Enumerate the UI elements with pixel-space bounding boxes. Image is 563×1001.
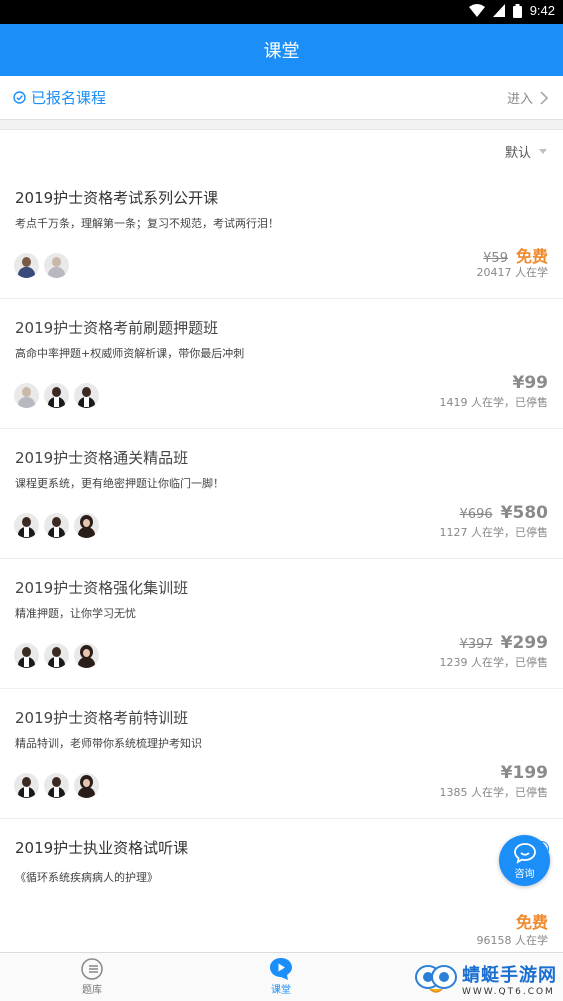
status-icons: 9:42 [468,3,555,18]
price-line: ¥696 ¥580 [460,503,548,523]
avatar [74,643,99,668]
watermark-main: 蜻蜓手游网 [462,965,557,986]
dragonfly-logo-icon [415,965,457,993]
original-price: ¥696 [459,507,493,522]
course-item[interactable]: 2019护士资格强化集训班 精准押题，让你学习无忧 ¥397 ¥299 1239… [0,559,563,689]
enrolled-courses-label: 已报名课程 [31,89,107,107]
course-description: 《循环系统疾病病人的护理》 [15,871,158,884]
avatar [14,773,39,798]
price: ¥580 [500,503,548,523]
enrolled-courses-label-group: 已报名课程 [13,87,106,108]
avatar [44,643,69,668]
price: 免费 [515,913,548,932]
course-description: 考点千万条，理解第一条；复习不规范，考试两行泪！ [15,217,279,230]
course-item[interactable]: 2019护士执业资格试听课 《循环系统疾病病人的护理》 免费 免费 96158 … [0,819,563,952]
course-item[interactable]: 2019护士资格考前刷题押题班 高命中率押题+权威师资解析课，带你最后冲刺 ¥9… [0,299,563,429]
avatar [44,773,69,798]
teacher-avatars [14,643,99,668]
course-description: 课程更系统，更有绝密押题让你临门一脚！ [15,477,224,490]
tab-question-bank[interactable]: 题库 [80,957,104,996]
avatar [74,383,99,408]
price-line: ¥99 [513,373,549,393]
price: ¥299 [500,633,548,653]
watermark-sub: WWW.QT6.COM [462,987,555,997]
chat-bubble-icon [513,842,536,864]
caret-down-icon [539,149,547,154]
sort-label: 默认 [504,146,531,161]
enrollment-status: 1239 人在学，已停售 [439,656,549,669]
watermark: 蜻蜓手游网 WWW.QT6.COM [414,961,557,997]
avatar [14,643,39,668]
course-description: 精品特训，老师带你系统梳理护考知识 [15,737,202,750]
avatar [44,513,69,538]
enrollment-status: 1419 人在学，已停售 [439,396,549,409]
page-title: 课堂 [263,41,300,62]
enter-label: 进入 [506,92,533,107]
avatar [74,513,99,538]
price-line: 免费 [516,909,548,933]
question-bank-icon [81,958,103,980]
enrollment-status: 1385 人在学，已停售 [439,786,549,799]
enrolled-courses-row[interactable]: 已报名课程 进入 [0,76,563,120]
original-price: ¥397 [459,637,493,652]
avatar [74,773,99,798]
course-title: 2019护士资格强化集训班 [15,579,189,597]
sort-dropdown[interactable]: 默认 [505,142,547,161]
consult-button[interactable]: 咨询 [499,835,550,886]
enrollment-status: 96158 人在学 [476,934,549,947]
enrollment-status: 1127 人在学，已停售 [439,526,549,539]
avatar [14,383,39,408]
watermark-text: 蜻蜓手游网 WWW.QT6.COM [462,961,557,997]
course-list: 2019护士资格考试系列公开课 考点千万条，理解第一条；复习不规范，考试两行泪！… [0,169,563,952]
course-title: 2019护士资格考前刷题押题班 [15,319,219,337]
avatar [14,253,39,278]
price: ¥199 [500,763,548,783]
battery-icon [512,3,522,18]
tab-classroom[interactable]: 课堂 [268,957,294,996]
sort-bar: 默认 [0,129,563,170]
course-title: 2019护士资格通关精品班 [15,449,189,467]
avatar [44,383,69,408]
course-description: 高命中率押题+权威师资解析课，带你最后冲刺 [15,347,245,360]
course-title: 2019护士资格考前特训班 [15,709,189,727]
tab-question-bank-label: 题库 [82,985,102,996]
course-title: 2019护士执业资格试听课 [15,839,189,857]
price-line: ¥397 ¥299 [460,633,548,653]
wifi-icon [468,4,485,17]
status-bar: 9:42 [0,0,563,24]
course-description: 精准押题，让你学习无忧 [15,607,136,620]
enrollment-status: 20417 人在学 [476,266,549,279]
course-item[interactable]: 2019护士资格考试系列公开课 考点千万条，理解第一条；复习不规范，考试两行泪！… [0,169,563,299]
play-bubble-icon [270,958,292,980]
tab-classroom-label: 课堂 [271,985,291,996]
top-bar: 课堂 [0,24,563,76]
price: ¥99 [512,373,549,393]
avatar [44,253,69,278]
price-line: ¥199 [501,763,548,783]
teacher-avatars [14,773,99,798]
consult-label: 咨询 [514,868,535,880]
avatar [14,513,39,538]
enter-link[interactable]: 进入 [507,88,549,107]
chevron-right-icon [540,90,549,105]
course-item[interactable]: 2019护士资格考前特训班 精品特训，老师带你系统梳理护考知识 ¥199 138… [0,689,563,819]
teacher-avatars [14,513,99,538]
teacher-avatars [14,383,99,408]
status-time: 9:42 [529,3,555,18]
signal-icon [492,4,505,17]
teacher-avatars [14,253,69,278]
check-circle-icon [13,91,26,104]
course-title: 2019护士资格考试系列公开课 [15,189,219,207]
course-item[interactable]: 2019护士资格通关精品班 课程更系统，更有绝密押题让你临门一脚！ ¥696 ¥… [0,429,563,559]
